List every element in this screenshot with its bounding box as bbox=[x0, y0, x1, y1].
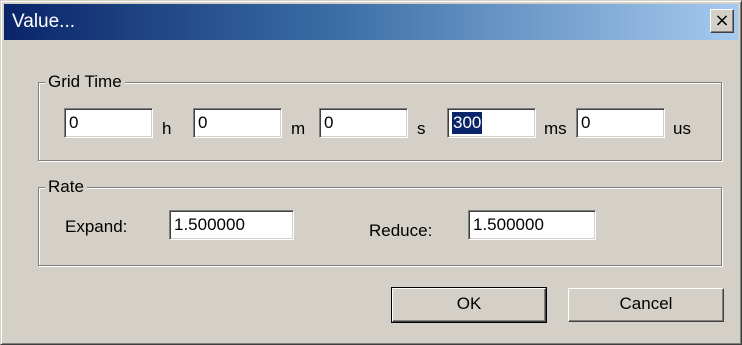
microseconds-value: 0 bbox=[581, 113, 591, 132]
hours-value: 0 bbox=[69, 113, 79, 132]
close-button[interactable]: × bbox=[710, 9, 734, 33]
minutes-value: 0 bbox=[198, 113, 208, 132]
window-title: Value... bbox=[12, 11, 76, 32]
expand-label: Expand: bbox=[65, 217, 128, 236]
milliseconds-value: 300 bbox=[452, 112, 483, 134]
reduce-value: 1.500000 bbox=[473, 215, 544, 234]
grid-time-legend: Grid Time bbox=[45, 71, 125, 93]
microseconds-field[interactable]: 0 bbox=[576, 108, 665, 138]
hours-field[interactable]: 0 bbox=[64, 108, 153, 138]
seconds-value: 0 bbox=[324, 113, 334, 132]
expand-field[interactable]: 1.500000 bbox=[169, 210, 294, 240]
value-dialog: Value... × Grid Time 0 h 0 m 0 s 300 ms … bbox=[0, 0, 742, 345]
microseconds-unit: us bbox=[673, 119, 691, 138]
minutes-field[interactable]: 0 bbox=[193, 108, 282, 138]
expand-value: 1.500000 bbox=[174, 215, 245, 234]
ok-label: OK bbox=[456, 294, 482, 313]
hours-unit: h bbox=[162, 119, 172, 138]
reduce-field[interactable]: 1.500000 bbox=[468, 210, 596, 240]
cancel-button[interactable]: Cancel bbox=[568, 288, 724, 322]
milliseconds-unit: ms bbox=[544, 119, 567, 138]
cancel-label: Cancel bbox=[619, 294, 673, 313]
minutes-unit: m bbox=[291, 119, 306, 138]
ok-button[interactable]: OK bbox=[391, 287, 547, 323]
seconds-field[interactable]: 0 bbox=[319, 108, 408, 138]
close-icon: × bbox=[714, 10, 730, 31]
rate-legend: Rate bbox=[45, 176, 87, 198]
milliseconds-field[interactable]: 300 bbox=[447, 108, 536, 138]
seconds-unit: s bbox=[417, 119, 426, 138]
reduce-label: Reduce: bbox=[369, 221, 433, 240]
title-bar[interactable]: Value... × bbox=[4, 4, 738, 40]
